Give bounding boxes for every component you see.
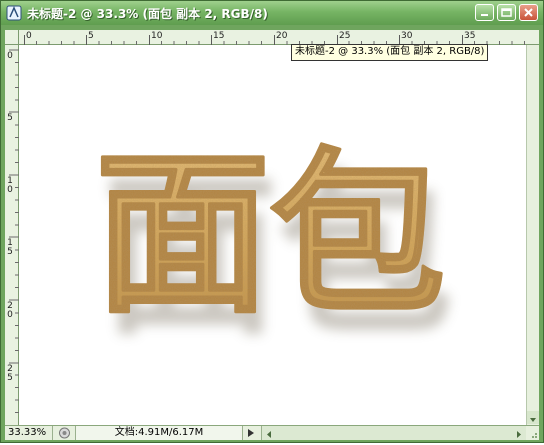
- close-button[interactable]: [519, 4, 538, 21]
- ruler-label: 15: [7, 238, 13, 257]
- arrow-right-icon: [517, 431, 521, 438]
- title-tooltip: 未标题-2 @ 33.3% (面包 副本 2, RGB/8): [291, 44, 489, 61]
- status-menu-arrow-icon[interactable]: [246, 428, 256, 438]
- horizontal-scrollbar[interactable]: [261, 426, 526, 440]
- ruler-label: 20: [7, 301, 13, 320]
- status-bar: 33.33% 文档:4.91M/6.17M: [5, 425, 539, 440]
- window-title: 未标题-2 @ 33.3% (面包 副本 2, RGB/8): [27, 7, 268, 21]
- title-bar[interactable]: 未标题-2 @ 33.3% (面包 副本 2, RGB/8): [1, 1, 543, 25]
- document-window: 未标题-2 @ 33.3% (面包 副本 2, RGB/8) 0 5 10 15…: [0, 0, 544, 443]
- scroll-down-button[interactable]: [527, 411, 539, 424]
- document-canvas[interactable]: 面包 面包: [19, 45, 526, 425]
- photoshop-document-icon: [6, 5, 22, 21]
- scroll-left-button[interactable]: [263, 426, 275, 439]
- minimize-button[interactable]: [475, 4, 494, 21]
- scroll-right-button[interactable]: [513, 426, 525, 439]
- ruler-label: 10: [7, 176, 13, 195]
- bread-text-artwork: 面包 面包: [94, 133, 454, 360]
- ruler-label: 5: [7, 113, 13, 123]
- minimize-icon: [481, 14, 488, 16]
- ruler-label: 0: [7, 51, 13, 61]
- close-icon: [524, 8, 533, 17]
- status-info-icon[interactable]: [58, 427, 71, 439]
- restore-button[interactable]: [497, 4, 516, 21]
- arrow-left-icon: [267, 431, 271, 438]
- restore-icon: [501, 8, 512, 17]
- bread-text: 面包: [95, 134, 445, 337]
- vertical-ruler[interactable]: 0 5 10 15 20 25: [5, 45, 19, 425]
- ruler-origin[interactable]: [5, 30, 19, 45]
- document-size-info: 文档:4.91M/6.17M: [75, 426, 243, 440]
- ruler-label: 25: [7, 364, 13, 383]
- zoom-level[interactable]: 33.33%: [5, 426, 53, 440]
- ruler-minor-ticks: [36, 41, 525, 45]
- vertical-scrollbar[interactable]: [526, 45, 539, 425]
- resize-grip-icon[interactable]: [527, 426, 539, 440]
- horizontal-ruler[interactable]: 0 5 10 15 20 25 30 35: [19, 30, 539, 45]
